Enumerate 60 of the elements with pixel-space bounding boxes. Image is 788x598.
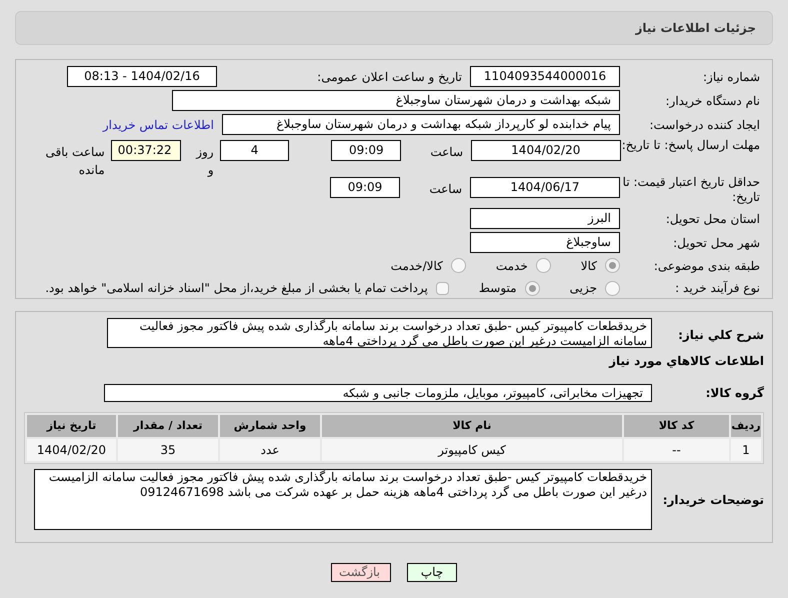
radio-label: کالا bbox=[580, 258, 597, 275]
section-title: اطلاعات كالاهاي مورد نياز bbox=[608, 353, 764, 370]
radio-button[interactable] bbox=[605, 258, 620, 274]
column-header: واحد شمارش bbox=[220, 415, 320, 437]
field-label: گروه كالا: bbox=[704, 385, 764, 402]
city-field: ساوجبلاغ bbox=[470, 232, 620, 253]
radio-label: کالا/خدمت bbox=[390, 258, 443, 275]
field-label: حداقل تاریخ اعتبار قیمت: تا تاریخ: bbox=[622, 175, 760, 205]
payment-note: پرداخت تمام یا بخشی از مبلغ خرید،از محل "اسناد خزانه اسلامی" خواهد بود. bbox=[45, 280, 428, 298]
field-label: ساعت bbox=[429, 144, 463, 161]
field-label: مهلت ارسال پاسخ: تا تاریخ: bbox=[620, 138, 760, 153]
buyer-notes-textarea[interactable]: خریدقطعات کامپیوتر کیس -طبق تعداد درخواست برند سامانه بارگذاری شده پیش فاکتور مجوز فعالیت سامانه الزامیست درغیر این صورت باطل می گرد پرداختی 4ماهه هزینه حمل بر عهده شرکت می باشد 09124671698 bbox=[34, 469, 652, 530]
table-cell: -- bbox=[624, 439, 729, 461]
table-cell: 1 bbox=[731, 439, 761, 461]
creator-field: پیام خدابنده لو کارپرداز شبکه بهداشت و درمان شهرستان ساوجبلاغ bbox=[222, 114, 620, 135]
table-cell: عدد bbox=[220, 439, 320, 461]
radio-button[interactable] bbox=[524, 280, 540, 296]
page-title: جزئیات اطلاعات نیاز bbox=[635, 20, 756, 37]
field-label: نام دستگاه خریدار: bbox=[664, 92, 760, 110]
need-number-field: 1104093544000016 bbox=[470, 66, 620, 87]
column-header: نام کالا bbox=[322, 415, 622, 437]
deadline-date-field: 1404/02/20 bbox=[471, 140, 621, 161]
radio-label: جزیی bbox=[570, 280, 597, 298]
table-cell: 1404/02/20 bbox=[27, 439, 116, 461]
validity-time-field: 09:09 bbox=[330, 177, 400, 198]
column-header: کد کالا bbox=[624, 415, 729, 437]
back-button[interactable]: بازگشت bbox=[331, 563, 391, 582]
radio-button[interactable] bbox=[536, 258, 551, 274]
field-label: توضیحات خریدار: bbox=[662, 492, 764, 508]
field-label: ساعت bbox=[428, 181, 462, 198]
field-label: شماره نیاز: bbox=[702, 68, 760, 86]
column-header: تاریخ نیاز bbox=[27, 415, 116, 437]
field-label: ایجاد کننده درخواست: bbox=[648, 116, 760, 134]
announce-date-field: 1404/02/16 - 08:13 bbox=[67, 66, 217, 87]
field-label: شهر محل تحویل: bbox=[672, 234, 760, 252]
buyer-contact-link[interactable]: اطلاعات تماس خریدار bbox=[102, 116, 214, 134]
column-header: ردیف bbox=[731, 415, 761, 437]
radio-label: متوسط bbox=[478, 280, 517, 298]
validity-date-field: 1404/06/17 bbox=[470, 177, 620, 198]
radio-label: خدمت bbox=[496, 258, 528, 275]
table-cell: 35 bbox=[118, 439, 218, 461]
radio-button[interactable] bbox=[450, 258, 466, 274]
field-label: تاریخ و ساعت اعلان عمومی: bbox=[316, 68, 462, 86]
column-header: تعداد / مقدار bbox=[118, 415, 218, 437]
field-label: شرح كلي نياز: bbox=[677, 327, 764, 344]
field-label: ساعت باقی مانده bbox=[44, 144, 105, 179]
deadline-time-field: 09:09 bbox=[331, 140, 402, 161]
print-button[interactable]: چاپ bbox=[407, 563, 457, 582]
field-label: نوع فرآیند خرید : bbox=[674, 280, 760, 298]
buyer-field: شبکه بهداشت و درمان شهرستان ساوجبلاغ bbox=[172, 90, 620, 111]
goods-group-field: تجهیزات مخابراتی، کامپیوتر، موبایل، ملزومات جانبی و شبکه bbox=[104, 384, 652, 402]
radio-button[interactable] bbox=[605, 280, 620, 296]
field-label: استان محل تحویل: bbox=[664, 210, 760, 228]
field-label: روز و bbox=[194, 144, 214, 179]
field-label: طبقه بندی موضوعی: bbox=[652, 258, 760, 275]
remaining-time-field: 00:37:22 bbox=[110, 140, 181, 161]
checkbox[interactable] bbox=[436, 282, 449, 295]
province-field: البرز bbox=[470, 208, 620, 229]
days-field: 4 bbox=[220, 140, 290, 161]
table-cell: کیس کامپیوتر bbox=[322, 439, 622, 461]
